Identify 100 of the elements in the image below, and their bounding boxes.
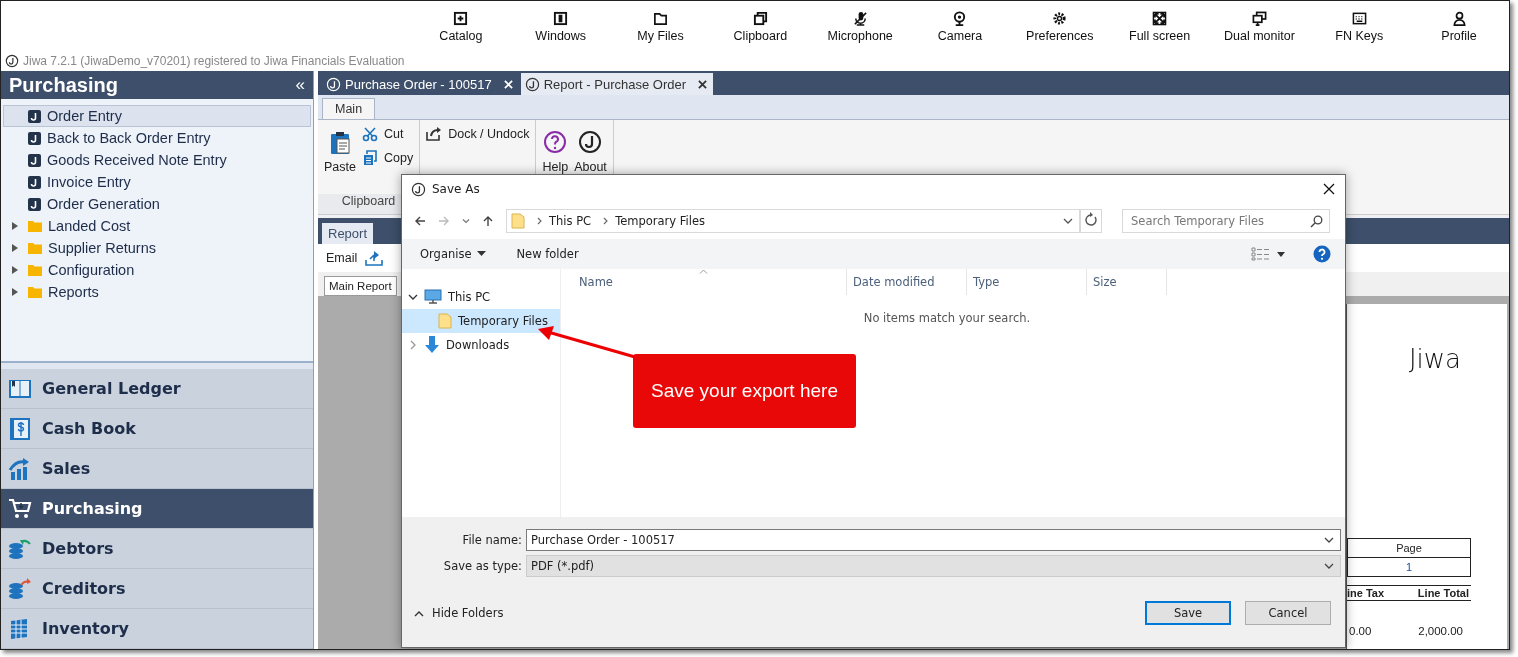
empty-message: No items match your search. <box>862 311 1032 325</box>
toolbar-button[interactable]: FN Keys <box>1309 1 1410 51</box>
expand-arrow-icon <box>12 244 18 252</box>
export-icon[interactable] <box>365 250 384 266</box>
email-button[interactable]: Email <box>326 251 358 265</box>
module-button[interactable]: Creditors <box>1 569 313 609</box>
tree-item[interactable]: Order Entry <box>3 105 311 127</box>
folder-icon <box>28 220 42 232</box>
app-title: Jiwa 7.2.1 (JiwaDemo_v70201) registered to Jiwa Financials Evaluation <box>23 54 405 68</box>
tree-item[interactable]: Order Generation <box>3 193 311 215</box>
toolbar-button[interactable]: Camera <box>910 1 1010 51</box>
document-tab[interactable]: Report - Purchase Order <box>520 73 714 95</box>
toolbar-button[interactable]: Catalog <box>411 1 511 51</box>
toolbar-button[interactable]: Dual monitor <box>1209 1 1310 51</box>
view-options-icon[interactable] <box>1251 247 1287 261</box>
tree-item[interactable]: Configuration <box>3 259 311 281</box>
form-icon <box>28 175 41 189</box>
ribbon-button[interactable]: Paste <box>324 124 356 190</box>
tree-item[interactable]: Reports <box>3 281 311 303</box>
folder-tree-item[interactable]: Downloads <box>402 333 560 357</box>
ribbon-button[interactable]: Copy <box>361 150 414 166</box>
table-cell-text: Page <box>1395 541 1423 556</box>
up-arrow-icon[interactable] <box>482 215 494 227</box>
keyboard-icon <box>1351 11 1367 26</box>
tree-item[interactable]: Goods Received Note Entry <box>3 149 311 171</box>
page-tab[interactable]: Main Report <box>324 276 397 296</box>
file-name-field[interactable]: Purchase Order - 100517 <box>526 529 1341 551</box>
help-icon[interactable] <box>1313 245 1331 263</box>
toolbar-button[interactable]: Clipboard <box>710 1 811 51</box>
toolbar-button[interactable]: Windows <box>510 1 611 51</box>
chevron-right-icon[interactable] <box>408 340 418 350</box>
collapse-button[interactable]: « <box>295 75 305 95</box>
tree-item[interactable]: Landed Cost <box>3 215 311 237</box>
module-button[interactable]: Purchasing <box>1 489 313 529</box>
module-button[interactable]: General Ledger <box>1 369 313 409</box>
command-button[interactable]: New folder <box>516 247 579 261</box>
logo-icon <box>524 76 540 92</box>
file-type-dropdown[interactable]: PDF (*.pdf) <box>526 555 1341 577</box>
column-header[interactable]: Type <box>967 269 1087 295</box>
hide-folders-button[interactable]: Hide Folders <box>414 606 504 620</box>
form-icon <box>28 109 41 123</box>
breadcrumb-item[interactable]: Temporary Files <box>615 214 705 228</box>
toolbar-button[interactable]: Preferences <box>1009 1 1110 51</box>
ribbon-button[interactable]: Dock / Undock <box>426 126 530 142</box>
download-arrow-icon <box>424 336 440 354</box>
ribbon-tab[interactable]: Main <box>322 98 376 119</box>
column-header[interactable]: Name <box>561 269 847 295</box>
chevron-down-icon <box>1324 562 1334 570</box>
chevron-down-icon[interactable] <box>1063 217 1073 225</box>
form-icon <box>28 153 41 167</box>
splitter-handle[interactable] <box>1 361 313 369</box>
chevron-down-icon[interactable] <box>408 292 418 302</box>
column-header: ine Tax <box>1347 587 1385 599</box>
breadcrumb-item[interactable]: This PC <box>549 214 592 228</box>
plus-square-icon <box>453 11 469 26</box>
back-arrow-icon[interactable] <box>414 215 426 227</box>
ribbon-button[interactable]: About <box>574 124 607 190</box>
dialog-button[interactable]: Save <box>1145 601 1231 625</box>
ribbon-button[interactable]: Cut <box>361 126 414 142</box>
webcam-icon <box>952 11 968 26</box>
search-field[interactable]: Search Temporary Files <box>1122 209 1330 233</box>
address-bar[interactable]: This PC Temporary Files <box>506 209 1080 233</box>
refresh-icon[interactable] <box>1080 209 1102 233</box>
toolbar-button[interactable]: My Files <box>610 1 711 51</box>
column-header[interactable]: Date modified <box>847 269 967 295</box>
report-tab[interactable]: Report <box>322 223 374 244</box>
tree-item[interactable]: Invoice Entry <box>3 171 311 193</box>
toolbar-button[interactable]: Microphone <box>810 1 911 51</box>
ribbon-button[interactable]: Help <box>542 124 569 190</box>
tree-item[interactable]: Back to Back Order Entry <box>3 127 311 149</box>
column-header: Line Total <box>1417 587 1469 599</box>
column-header[interactable]: Size <box>1087 269 1167 295</box>
dock-arrow-icon <box>426 126 443 142</box>
module-button[interactable]: Sales <box>1 449 313 489</box>
microphone-icon <box>852 11 868 26</box>
logo-icon <box>5 54 19 68</box>
command-button[interactable]: Organise <box>420 247 487 261</box>
toolbar-button[interactable]: Full screen <box>1109 1 1210 51</box>
module-button[interactable]: Cash Book <box>1 409 313 449</box>
folder-tree-item[interactable]: Temporary Files <box>402 309 560 333</box>
expand-arrow-icon <box>12 222 18 230</box>
close-icon[interactable] <box>1323 183 1335 195</box>
chevron-right-icon <box>603 217 610 225</box>
field-label: Save as type: <box>442 559 522 573</box>
close-icon[interactable] <box>698 79 708 89</box>
tree-item[interactable]: Supplier Returns <box>3 237 311 259</box>
folder-tree-item[interactable]: This PC <box>402 285 560 309</box>
sidebar-title: Purchasing <box>9 73 118 97</box>
logo-icon <box>326 76 341 92</box>
copy-icon <box>752 11 768 26</box>
module-button[interactable]: Debtors <box>1 529 313 569</box>
dialog-button[interactable]: Cancel <box>1245 601 1331 625</box>
document-tab[interactable]: Purchase Order - 100517 <box>322 73 519 95</box>
help-icon <box>543 130 568 154</box>
logo-icon <box>411 181 426 197</box>
expand-arrow-icon <box>12 266 18 274</box>
cash-book-icon <box>8 416 32 441</box>
chevron-up-icon <box>414 609 424 617</box>
toolbar-button[interactable]: Profile <box>1409 1 1509 51</box>
module-button[interactable]: Inventory <box>1 609 313 649</box>
